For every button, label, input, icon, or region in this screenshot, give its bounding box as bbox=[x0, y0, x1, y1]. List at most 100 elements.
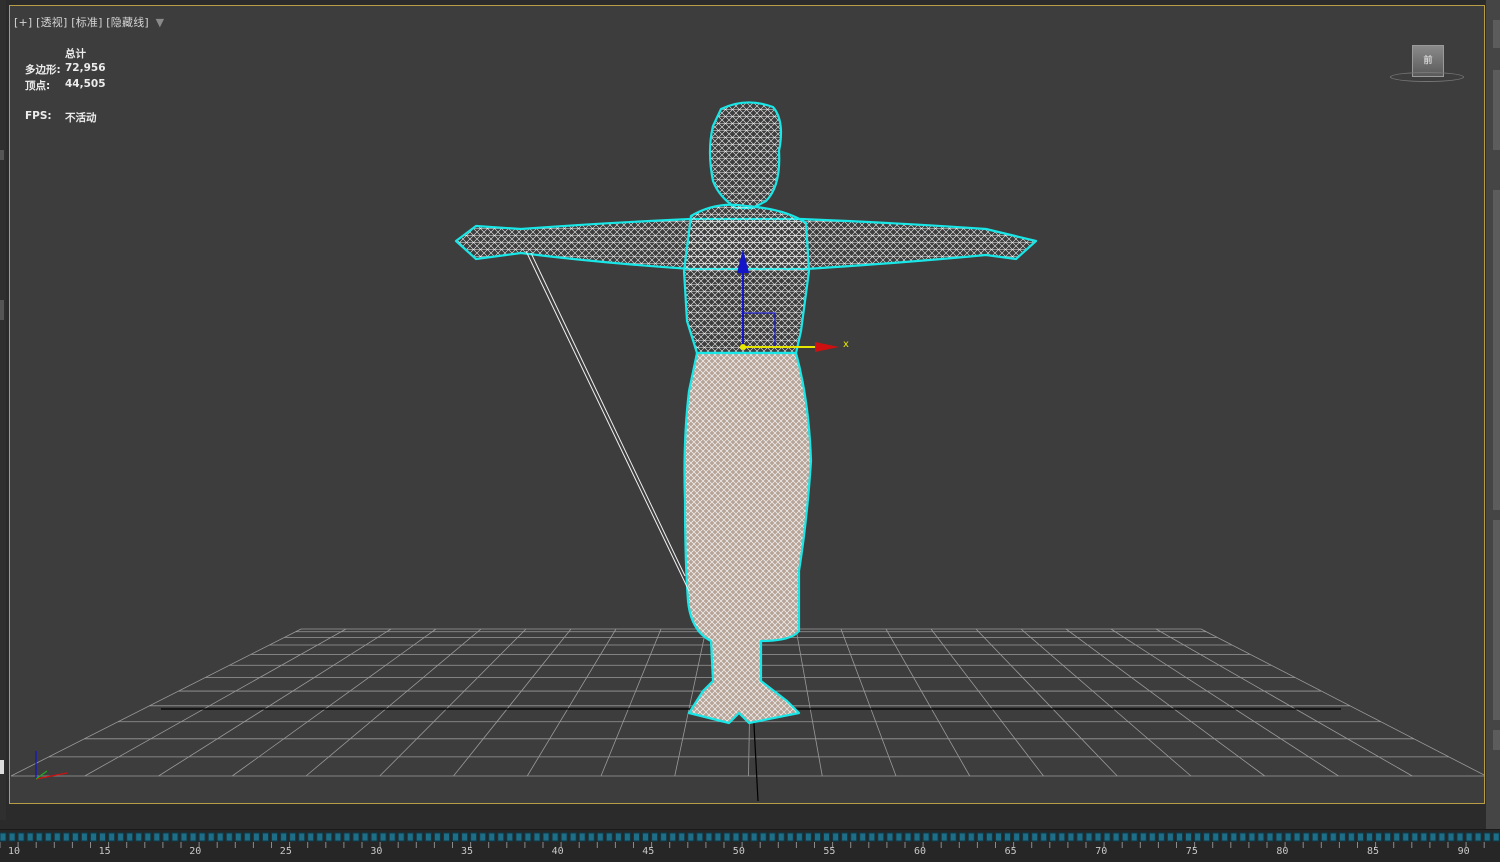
timeline-key-slot bbox=[1483, 832, 1491, 842]
timeline-key-slot bbox=[1375, 832, 1383, 842]
viewcube-ring[interactable] bbox=[1390, 72, 1464, 82]
timeline-key-slot bbox=[1004, 832, 1011, 842]
timeline-key-slot bbox=[533, 832, 541, 842]
timeline-key-slot bbox=[180, 832, 188, 842]
timeline-frame-label: 35 bbox=[461, 846, 474, 857]
timeline-key-slot bbox=[1366, 832, 1373, 842]
timeline-key-slot bbox=[551, 832, 559, 842]
timeline-key-slot bbox=[1185, 832, 1192, 842]
timeline-key-slot bbox=[17, 832, 25, 842]
timeline-frame-label: 50 bbox=[732, 846, 745, 857]
viewport-mode-menu[interactable]: [隐藏线] bbox=[106, 16, 149, 29]
timeline-key-slot bbox=[189, 832, 197, 842]
timeline-key-slot bbox=[1139, 832, 1147, 842]
character-legs bbox=[683, 351, 813, 725]
timeline-key-slot bbox=[967, 832, 975, 842]
timeline-key-slot bbox=[361, 832, 369, 842]
timeline-key-slot bbox=[868, 832, 876, 842]
character-mesh bbox=[454, 101, 1038, 725]
timeline-key-slot bbox=[488, 832, 496, 842]
timeline-key-slot bbox=[62, 832, 70, 842]
timeline-key-slot bbox=[234, 832, 242, 842]
viewport-canvas[interactable]: x bbox=[10, 6, 1484, 803]
timeline-frame-label: 30 bbox=[370, 846, 383, 857]
timeline-key-slot bbox=[53, 832, 61, 842]
timeline-key-slot bbox=[886, 832, 894, 842]
timeline-key-slot bbox=[1049, 832, 1057, 842]
timeline-frame-label: 45 bbox=[642, 846, 655, 857]
timeline-key-slot bbox=[470, 832, 478, 842]
timeline-key-slot bbox=[452, 832, 459, 842]
timeline-key-slot bbox=[1384, 832, 1392, 842]
timeline-key-slot bbox=[1338, 832, 1346, 842]
timeline-key-slot bbox=[144, 832, 152, 842]
timeline-key-slot bbox=[497, 832, 505, 842]
timeline-key-slot bbox=[198, 832, 206, 842]
timeline-key-slot bbox=[605, 832, 613, 842]
viewcube-face-label: 前 bbox=[1423, 56, 1433, 66]
timeline-key-slot bbox=[660, 832, 668, 842]
timeline-key-slot bbox=[433, 832, 441, 842]
timeline-key-slot bbox=[1302, 832, 1310, 842]
timeline-frame-label: 25 bbox=[279, 846, 292, 857]
timeline-key-slot bbox=[334, 832, 342, 842]
filter-funnel-icon[interactable]: ▼ bbox=[156, 16, 165, 29]
timeline-key-slot bbox=[705, 832, 713, 842]
timeline-key-slot bbox=[343, 832, 351, 842]
timeline-key-slot bbox=[741, 832, 749, 842]
timeline-key-slot bbox=[397, 832, 405, 842]
timeline-key-slot bbox=[976, 832, 984, 842]
timeline-key-slot bbox=[262, 832, 269, 842]
timeline-key-slot bbox=[1239, 832, 1247, 842]
timeline-key-slot bbox=[1293, 832, 1301, 842]
timeline-key-slot bbox=[1040, 832, 1048, 842]
timeline-key-slot bbox=[1257, 832, 1265, 842]
timeline-key-slot bbox=[1357, 832, 1364, 842]
viewport-view-menu[interactable]: [透视] bbox=[36, 16, 67, 29]
timeline-frame-label: 10 bbox=[8, 846, 21, 857]
timeline-key-slot bbox=[1447, 832, 1455, 842]
timeline-key-slot bbox=[1212, 832, 1220, 842]
timeline-key-slot bbox=[678, 832, 686, 842]
timeline-frame-label: 60 bbox=[914, 846, 927, 857]
timeline-key-slot bbox=[1203, 832, 1211, 842]
timeline-key-slot bbox=[379, 832, 387, 842]
timeline-frame-label: 15 bbox=[98, 846, 111, 857]
timeline-key-slot bbox=[877, 832, 885, 842]
timeline-key-slot bbox=[225, 832, 233, 842]
character-torso bbox=[682, 203, 811, 355]
timeline-key-slot bbox=[560, 832, 568, 842]
timeline-key-slot bbox=[415, 832, 423, 842]
perspective-viewport[interactable]: x [+] [透视] [标准] [隐藏线] ▼ 总计 多边形: 72,956 顶… bbox=[9, 5, 1485, 804]
timeline-key-slot bbox=[1465, 832, 1473, 842]
viewport-shading-menu[interactable]: [标准] bbox=[71, 16, 102, 29]
timeline-key-slot bbox=[1411, 832, 1419, 842]
timeline-frame-label: 20 bbox=[189, 846, 202, 857]
stats-fps-label: FPS: bbox=[25, 110, 52, 122]
timeline-key-slot bbox=[506, 832, 514, 842]
stats-header: 总计 bbox=[65, 48, 86, 60]
timeline-key-slot bbox=[108, 832, 116, 842]
timeline-frame-label: 85 bbox=[1367, 846, 1380, 857]
timeline-key-slot bbox=[271, 832, 278, 842]
timeline-key-slot bbox=[80, 832, 88, 842]
timeline-key-slot bbox=[995, 832, 1002, 842]
timeline-key-slot bbox=[252, 832, 260, 842]
timeline-key-slot bbox=[1275, 832, 1283, 842]
timeline-key-slot bbox=[850, 832, 858, 842]
viewport-plus-menu[interactable]: [+] bbox=[14, 16, 32, 29]
timeline-key-slot bbox=[316, 832, 324, 842]
timeline-key-slot bbox=[388, 832, 396, 842]
timeline-key-slot bbox=[633, 832, 640, 842]
timeline-frame-label: 75 bbox=[1185, 846, 1198, 857]
timeline-key-slot bbox=[153, 832, 161, 842]
timeline-key-slot bbox=[117, 832, 125, 842]
timeline-frame-label: 65 bbox=[1004, 846, 1017, 857]
timeline-key-slot bbox=[1166, 832, 1174, 842]
timeline-track-bar[interactable]: 10 15 20 25 30 35 40 45 50 55 60 65 70 75 80 85 90 bbox=[0, 829, 1500, 862]
timeline-key-slot bbox=[352, 832, 360, 842]
timeline-key-slot bbox=[687, 832, 695, 842]
timeline-key-slot bbox=[424, 832, 432, 842]
timeline-key-slot bbox=[1076, 832, 1084, 842]
stats-polygons-value: 72,956 bbox=[65, 62, 106, 74]
